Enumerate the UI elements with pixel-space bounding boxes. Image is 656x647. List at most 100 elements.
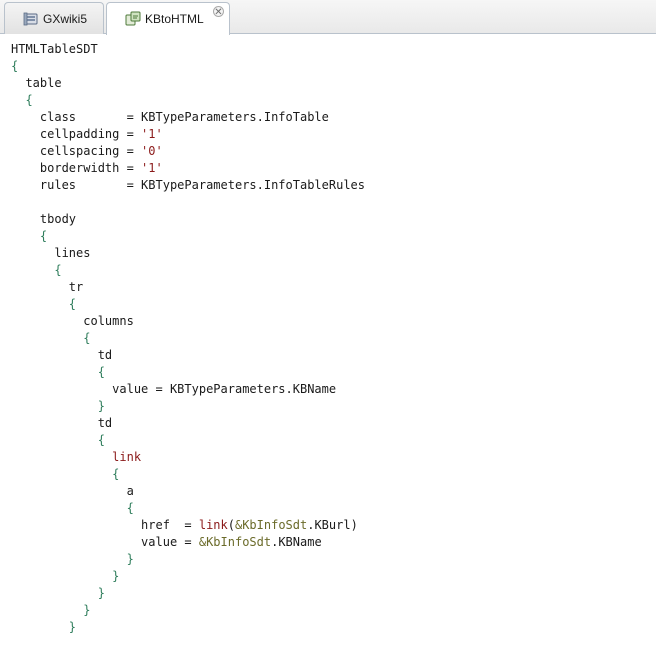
code-token: { xyxy=(11,59,19,73)
code-token: table xyxy=(11,76,62,90)
code-token: ( xyxy=(227,518,235,532)
code-line: tbody xyxy=(11,211,365,228)
code-token: } xyxy=(112,569,120,583)
code-token: '1' xyxy=(141,161,163,175)
code-line: link xyxy=(11,449,365,466)
code-token: HTMLTableSDT xyxy=(11,42,98,56)
code-token: &KbInfoSdt xyxy=(234,518,308,532)
code-line: table xyxy=(11,75,365,92)
code-token: tbody xyxy=(11,212,77,226)
code-line: cellpadding = '1' xyxy=(11,126,365,143)
code-line: } xyxy=(11,568,365,585)
code-token: .KBurl) xyxy=(307,518,358,532)
transform-icon xyxy=(125,11,141,27)
code-line: cellspacing = '0' xyxy=(11,143,365,160)
code-token: { xyxy=(83,331,91,345)
code-line: lines xyxy=(11,245,365,262)
code-token: value = xyxy=(11,535,199,549)
editor-window: GXwiki5 KBtoHTML ✕ HTMLTableSDT { table {… xyxy=(0,0,656,647)
code-token: '0' xyxy=(141,144,163,158)
code-token: td xyxy=(11,416,113,430)
code-token: { xyxy=(54,263,62,277)
code-editor[interactable]: HTMLTableSDT { table { class = KBTypePara… xyxy=(0,34,656,647)
code-token: value = KBTypeParameters.KBName xyxy=(11,382,337,396)
code-token: cellpadding = xyxy=(11,127,142,141)
code-token: link xyxy=(198,518,228,532)
tab-strip: GXwiki5 KBtoHTML ✕ xyxy=(0,0,656,35)
code-token: } xyxy=(68,620,77,634)
code-line: borderwidth = '1' xyxy=(11,160,365,177)
code-line: { xyxy=(11,364,365,381)
code-token: { xyxy=(97,433,105,447)
code-token: columns xyxy=(11,314,134,328)
tab-kbtohtml[interactable]: KBtoHTML ✕ xyxy=(106,2,230,35)
code-line: } xyxy=(11,585,365,602)
tab-label: GXwiki5 xyxy=(43,11,88,26)
code-line: tr xyxy=(11,279,365,296)
code-token: rules = KBTypeParameters.InfoTableRules xyxy=(11,178,366,192)
code-line: { xyxy=(11,466,365,483)
code-line: { xyxy=(11,92,365,109)
code-line: { xyxy=(11,500,365,517)
code-line: { xyxy=(11,58,365,75)
code-token: tr xyxy=(11,280,84,294)
code-token: '1' xyxy=(141,127,163,141)
code-token: td xyxy=(11,348,113,362)
code-token: lines xyxy=(11,246,91,260)
close-icon[interactable]: ✕ xyxy=(213,6,224,18)
tab-label: KBtoHTML xyxy=(145,12,204,26)
code-token: } xyxy=(126,552,134,566)
code-line: value = KBTypeParameters.KBName xyxy=(11,381,365,398)
code-line: td xyxy=(11,347,365,364)
kb-icon xyxy=(23,11,39,27)
code-line: } xyxy=(11,619,365,636)
code-line: rules = KBTypeParameters.InfoTableRules xyxy=(11,177,365,194)
code-line: href = link(&KbInfoSdt.KBurl) xyxy=(11,517,365,534)
code-line: { xyxy=(11,296,365,313)
code-token: link xyxy=(112,450,142,464)
code-token: borderwidth = xyxy=(11,161,142,175)
code-line: } xyxy=(11,602,365,619)
code-line: } xyxy=(11,551,365,568)
code-token: class = KBTypeParameters.InfoTable xyxy=(11,110,329,124)
code-line: value = &KbInfoSdt.KBName xyxy=(11,534,365,551)
code-line: { xyxy=(11,432,365,449)
code-line: { xyxy=(11,228,365,245)
code-token: } xyxy=(97,586,105,600)
code-token: { xyxy=(25,93,33,107)
code-line: } xyxy=(11,398,365,415)
code-content: HTMLTableSDT { table { class = KBTypePara… xyxy=(11,41,365,636)
code-token: { xyxy=(126,501,134,515)
code-line: { xyxy=(11,330,365,347)
code-line: HTMLTableSDT xyxy=(11,41,365,58)
code-token: &KbInfoSdt xyxy=(198,535,272,549)
code-token: href = xyxy=(11,518,199,532)
code-token: cellspacing = xyxy=(11,144,142,158)
code-line: { xyxy=(11,262,365,279)
code-line: td xyxy=(11,415,365,432)
code-token: { xyxy=(39,229,48,243)
code-token: a xyxy=(11,484,134,498)
code-token: } xyxy=(83,603,91,617)
code-line: class = KBTypeParameters.InfoTable xyxy=(11,109,365,126)
code-line: columns xyxy=(11,313,365,330)
code-token: { xyxy=(97,365,105,379)
tab-gxwiki5[interactable]: GXwiki5 xyxy=(4,2,104,34)
code-token: .KBName xyxy=(271,535,322,549)
code-token: { xyxy=(68,297,77,311)
